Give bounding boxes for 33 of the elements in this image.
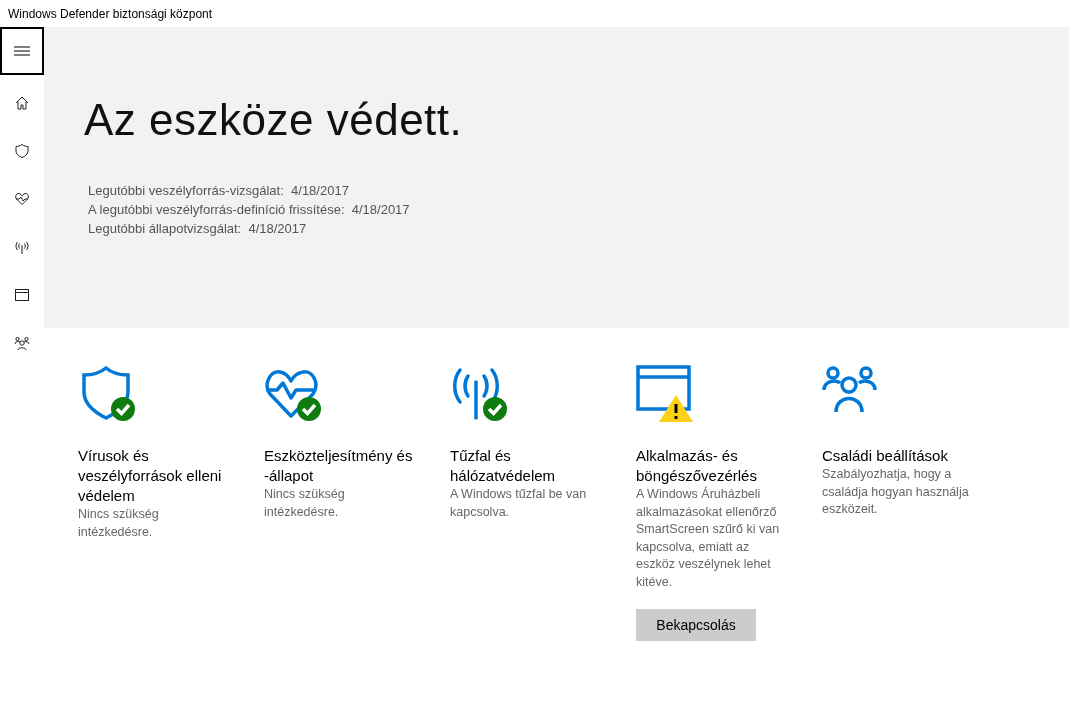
heart-icon[interactable]	[14, 191, 30, 207]
card-title[interactable]: Tűzfal és hálózatvédelem	[450, 446, 602, 486]
shield-icon	[82, 366, 130, 420]
menu-icon	[14, 46, 30, 56]
browser-window-icon	[636, 365, 691, 411]
card-description: Szabályozhatja, hogy a családja hogyan használja eszközeit.	[822, 466, 970, 518]
warning-icon	[659, 395, 693, 422]
card-title[interactable]: Eszközteljesítmény és -állapot	[264, 446, 416, 486]
menu-button[interactable]	[0, 27, 44, 75]
check-badge-icon	[483, 397, 507, 421]
check-badge-icon	[297, 397, 321, 421]
card-description: A Windows tűzfal be van kapcsolva.	[450, 486, 588, 521]
card-description: Nincs szükség intézkedésre.	[78, 506, 160, 541]
antenna-icon[interactable]	[14, 239, 30, 255]
antenna-icon	[453, 368, 499, 420]
home-icon[interactable]	[14, 95, 30, 111]
turn-on-button[interactable]: Bekapcsolás	[636, 609, 756, 641]
window-title: Windows Defender biztonsági központ	[8, 6, 213, 21]
browser-window-icon[interactable]	[14, 287, 30, 303]
card-title[interactable]: Vírusok és veszélyforrások elleni védelem	[78, 446, 230, 506]
status-heading: Az eszköze védett.	[84, 95, 464, 145]
card-description: A Windows Áruházbeli alkalmazásokat ellenőrző SmartScreen szűrő ki van kapcsolva, emiatt az eszköz veszélynek lehet kitéve.	[636, 486, 781, 591]
card-description: Nincs szükség intézkedésre.	[264, 486, 346, 521]
heart-icon	[265, 370, 318, 418]
shield-icon[interactable]	[14, 143, 30, 159]
people-icon	[822, 366, 877, 414]
scan-info: A legutóbbi veszélyforrás-definíció frissítése: 4/18/2017	[88, 201, 411, 219]
check-badge-icon	[111, 397, 135, 421]
scan-info: Legutóbbi állapotvizsgálat: 4/18/2017	[88, 220, 308, 238]
people-icon[interactable]	[14, 335, 30, 351]
scan-info: Legutóbbi veszélyforrás-vizsgálat: 4/18/2017	[88, 182, 350, 200]
card-title[interactable]: Alkalmazás- és böngészővezérlés	[636, 446, 788, 486]
card-title[interactable]: Családi beállítások	[822, 446, 974, 466]
